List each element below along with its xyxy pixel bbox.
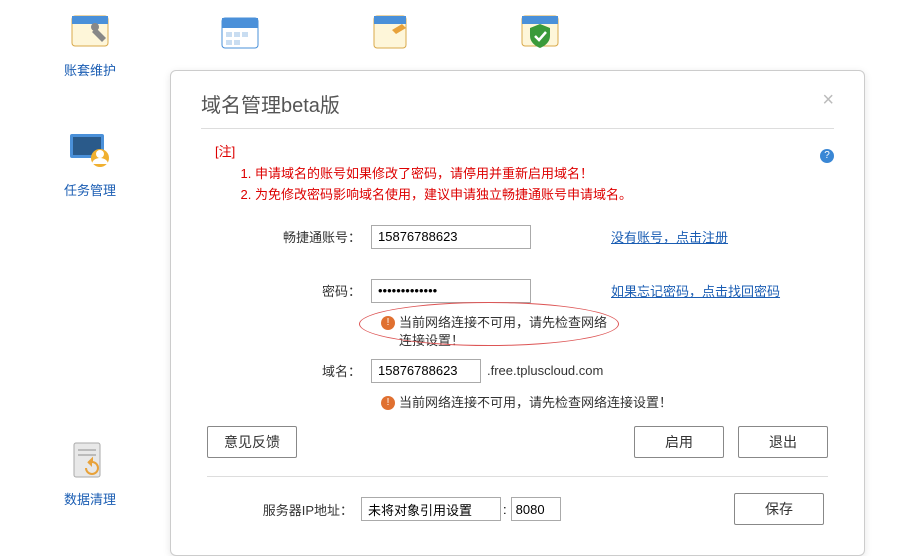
- warn-icon: !: [381, 396, 395, 410]
- toolbar-icon-maintain[interactable]: 账套维护: [60, 10, 120, 79]
- wrench-page-icon: [68, 10, 112, 54]
- dialog-title: 域名管理beta版: [201, 89, 340, 118]
- domain-label: 域名：: [201, 361, 371, 380]
- note-label: [注]: [215, 141, 834, 160]
- toolbar-icon-calendar[interactable]: [210, 10, 270, 54]
- toolbar-icon-shield[interactable]: [510, 10, 570, 54]
- help-icon[interactable]: ?: [820, 149, 834, 163]
- forgot-link[interactable]: 如果忘记密码，点击找回密码: [611, 281, 780, 300]
- shield-check-icon: [518, 10, 562, 54]
- warn-icon: !: [381, 316, 395, 330]
- port-input[interactable]: [511, 497, 561, 521]
- note-2: 为免修改密码影响域名使用，建议申请独立畅捷通账号申请域名。: [255, 185, 834, 206]
- account-label: 畅捷通账号：: [201, 227, 371, 246]
- feedback-button[interactable]: 意见反馈: [207, 426, 297, 458]
- enable-button[interactable]: 启用: [634, 426, 724, 458]
- toolbar-icon-note[interactable]: [360, 10, 420, 54]
- account-input[interactable]: [371, 225, 531, 249]
- domain-manage-dialog: 域名管理beta版 × ? [注] 申请域名的账号如果修改了密码，请停用并重新启…: [170, 70, 865, 556]
- domain-input[interactable]: [371, 359, 481, 383]
- ip-label: 服务器IP地址：: [201, 500, 361, 519]
- document-recycle-icon: [68, 439, 112, 483]
- password-input[interactable]: [371, 279, 531, 303]
- note-1: 申请域名的账号如果修改了密码，请停用并重新启用域名！: [255, 164, 834, 185]
- monitor-user-icon: [68, 130, 112, 174]
- note-icon: [368, 10, 412, 54]
- warn-text-2: 当前网络连接不可用，请先检查网络连接设置！: [399, 394, 672, 412]
- password-label: 密码：: [201, 281, 371, 300]
- sidebar-icon-task[interactable]: 任务管理: [60, 130, 120, 199]
- close-icon[interactable]: ×: [822, 89, 834, 112]
- domain-suffix: .free.tpluscloud.com: [487, 363, 603, 378]
- ip-input[interactable]: [361, 497, 501, 521]
- save-button[interactable]: 保存: [734, 493, 824, 525]
- calendar-icon: [218, 10, 262, 54]
- exit-button[interactable]: 退出: [738, 426, 828, 458]
- sidebar-icon-data[interactable]: 数据清理: [60, 439, 120, 508]
- warn-text-1: 当前网络连接不可用，请先检查网络连接设置！: [399, 314, 619, 350]
- register-link[interactable]: 没有账号，点击注册: [611, 227, 728, 246]
